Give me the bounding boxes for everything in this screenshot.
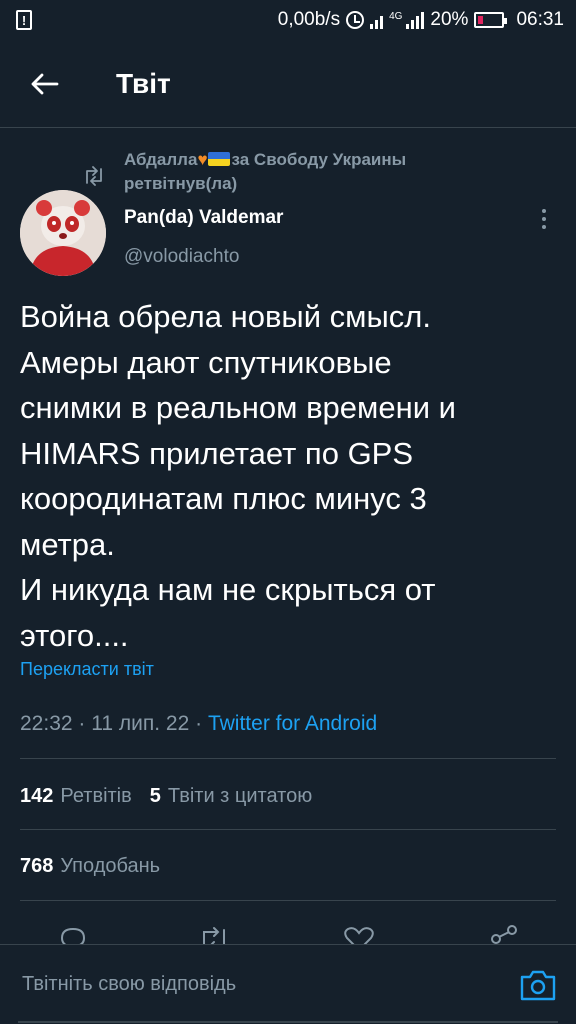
tweet-metadata: 22:32 · 11 лип. 22 · Twitter for Android (20, 712, 377, 736)
quotes-stat[interactable]: 5 Твіти з цитатою (150, 785, 312, 808)
more-options-button[interactable] (532, 206, 556, 232)
engagement-stats: 142 Ретвітів 5 Твіти з цитатою (20, 785, 312, 808)
camera-icon (520, 970, 556, 1001)
clock: 06:31 (516, 9, 564, 30)
camera-button[interactable] (518, 967, 558, 1003)
alert-icon: ! (16, 10, 32, 30)
tweet-time: 22:32 (20, 712, 73, 735)
retweeter-name: Абдалла (124, 150, 198, 169)
retweet-action-icon[interactable] (196, 924, 232, 944)
tweet-action-bar (0, 924, 576, 944)
reply-input-underline (18, 1021, 558, 1023)
alarm-icon (346, 11, 365, 29)
meta-separator: · (78, 712, 86, 735)
reply-composer: Твітніть свою відповідь (0, 944, 576, 1024)
status-bar: ! 0,00b/s 4G 20% 06:31 (0, 0, 576, 40)
tweet-date: 11 лип. 22 (91, 712, 190, 735)
network-type: 4G (389, 11, 403, 22)
divider (20, 829, 556, 830)
retweets-count: 142 (20, 785, 54, 807)
reply-input[interactable]: Твітніть свою відповідь (22, 973, 236, 996)
tweet-text: Война обрела новый смысл. Амеры дают спу… (20, 299, 456, 653)
signal-icon-2 (406, 11, 425, 29)
retweet-context[interactable]: Абдалла♥ за Свободу Украины ретвітнув(ла) (124, 148, 486, 196)
retweets-label: Ретвітів (60, 785, 132, 807)
quotes-count: 5 (149, 785, 161, 807)
battery-percent: 20% (430, 9, 469, 30)
author-name[interactable]: Pan(da) Valdemar (124, 207, 283, 229)
network-speed: 0,00b/s (277, 9, 341, 30)
quotes-label: Твіти з цитатою (167, 785, 313, 807)
divider (20, 900, 556, 901)
author-handle[interactable]: @volodiachto (124, 246, 239, 268)
signal-icon (370, 11, 384, 29)
top-app-bar: Твіт (0, 40, 576, 128)
tweet-source-link[interactable]: Twitter for Android (208, 712, 377, 735)
heart-icon[interactable] (342, 924, 376, 944)
likes-label: Уподобань (60, 855, 161, 877)
battery-icon (474, 12, 508, 28)
retweets-stat[interactable]: 142 Ретвітів (20, 785, 132, 808)
more-vertical-icon (542, 209, 546, 213)
translate-tweet-link[interactable]: Перекласти твіт (20, 659, 154, 680)
retweet-icon (86, 166, 102, 186)
arrow-left-icon (31, 73, 59, 94)
likes-count: 768 (20, 855, 54, 877)
meta-separator-2: · (195, 712, 203, 735)
retweet-action-label: ретвітнув(ла) (124, 174, 238, 193)
avatar[interactable] (20, 190, 106, 276)
retweeter-name-suffix: за Свободу Украины (231, 150, 407, 169)
heart-emoji-icon: ♥ (197, 150, 208, 169)
ukraine-flag-icon (207, 152, 230, 166)
divider (20, 758, 556, 759)
share-icon[interactable] (488, 924, 520, 944)
reply-icon[interactable] (56, 924, 90, 944)
page-title: Твіт (116, 67, 171, 99)
back-button[interactable] (14, 54, 74, 114)
likes-stat[interactable]: 768 Уподобань (20, 855, 160, 878)
